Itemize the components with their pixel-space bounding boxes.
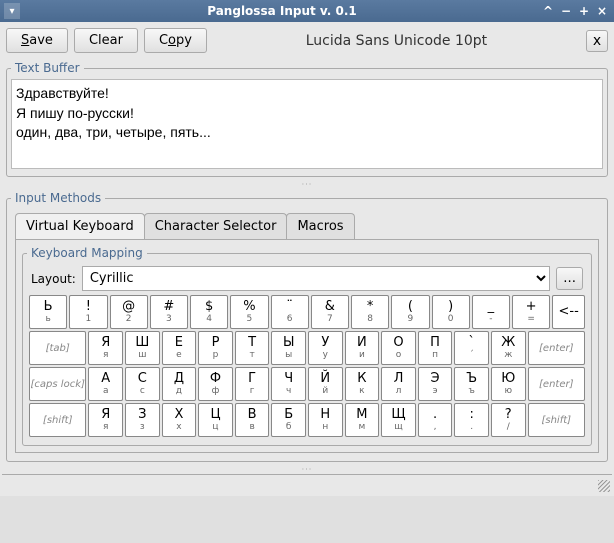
- key[interactable]: Гг: [235, 367, 270, 401]
- keyboard-mapping-group: Keyboard Mapping Layout: Cyrillic ... Ьь…: [22, 246, 592, 446]
- save-button[interactable]: Save: [6, 28, 68, 53]
- key[interactable]: @2: [110, 295, 148, 329]
- key[interactable]: Кк: [345, 367, 380, 401]
- pane-divider[interactable]: ···: [2, 181, 612, 187]
- key[interactable]: <--: [552, 295, 585, 329]
- maximize-button[interactable]: +: [576, 3, 592, 19]
- layout-select[interactable]: Cyrillic: [82, 266, 550, 291]
- shift-key[interactable]: [shift]: [29, 403, 86, 437]
- key[interactable]: %5: [230, 295, 268, 329]
- key[interactable]: Щщ: [381, 403, 416, 437]
- key[interactable]: Хх: [162, 403, 197, 437]
- layout-row: Layout: Cyrillic ...: [27, 264, 587, 293]
- capslock-key[interactable]: [caps lock]: [29, 367, 86, 401]
- close-window-button[interactable]: ×: [594, 3, 610, 19]
- input-methods-legend: Input Methods: [11, 191, 105, 205]
- toolbar: Save Clear Copy Lucida Sans Unicode 10pt…: [2, 24, 612, 57]
- shift-key[interactable]: [shift]: [528, 403, 585, 437]
- key[interactable]: Дд: [162, 367, 197, 401]
- input-methods-group: Input Methods Virtual Keyboard Character…: [6, 191, 608, 462]
- key[interactable]: Чч: [271, 367, 306, 401]
- tab-character-selector[interactable]: Character Selector: [144, 213, 288, 239]
- minimize-button[interactable]: −: [558, 3, 574, 19]
- key[interactable]: `´: [454, 331, 489, 365]
- tab-macros[interactable]: Macros: [286, 213, 354, 239]
- key[interactable]: !1: [69, 295, 107, 329]
- key[interactable]: *8: [351, 295, 389, 329]
- key[interactable]: Зз: [125, 403, 160, 437]
- keyboard-mapping-legend: Keyboard Mapping: [27, 246, 147, 260]
- key[interactable]: Ьь: [29, 295, 67, 329]
- key[interactable]: :.: [454, 403, 489, 437]
- key[interactable]: Жж: [491, 331, 526, 365]
- key[interactable]: Мм: [345, 403, 380, 437]
- key[interactable]: )0: [432, 295, 470, 329]
- key[interactable]: Пп: [418, 331, 453, 365]
- window-title: Panglossa Input v. 0.1: [26, 4, 538, 18]
- key[interactable]: Ъъ: [454, 367, 489, 401]
- key[interactable]: ¨6: [271, 295, 309, 329]
- key[interactable]: Оо: [381, 331, 416, 365]
- key[interactable]: Сс: [125, 367, 160, 401]
- key[interactable]: Бб: [271, 403, 306, 437]
- roll-up-button[interactable]: ^: [540, 3, 556, 19]
- key[interactable]: Фф: [198, 367, 233, 401]
- key[interactable]: Лл: [381, 367, 416, 401]
- key[interactable]: +=: [512, 295, 550, 329]
- enter-key[interactable]: [enter]: [528, 331, 585, 365]
- status-bar: [2, 474, 612, 494]
- key[interactable]: &7: [311, 295, 349, 329]
- key[interactable]: Йй: [308, 367, 343, 401]
- tabs: Virtual Keyboard Character Selector Macr…: [15, 213, 599, 239]
- text-buffer-input[interactable]: [11, 79, 603, 169]
- text-buffer-group: Text Buffer: [6, 61, 608, 177]
- key[interactable]: Нн: [308, 403, 343, 437]
- font-label: Lucida Sans Unicode 10pt: [213, 33, 580, 49]
- layout-more-button[interactable]: ...: [556, 267, 583, 290]
- window-body: Save Clear Copy Lucida Sans Unicode 10pt…: [0, 22, 614, 496]
- layout-label: Layout:: [31, 272, 76, 286]
- app-menu-icon[interactable]: ▾: [4, 3, 20, 19]
- key[interactable]: $4: [190, 295, 228, 329]
- key[interactable]: (9: [391, 295, 429, 329]
- key[interactable]: Рр: [198, 331, 233, 365]
- enter-key[interactable]: [enter]: [528, 367, 585, 401]
- key[interactable]: Тт: [235, 331, 270, 365]
- key[interactable]: Вв: [235, 403, 270, 437]
- key[interactable]: _-: [472, 295, 510, 329]
- tab-virtual-keyboard[interactable]: Virtual Keyboard: [15, 213, 145, 239]
- copy-button[interactable]: Copy: [144, 28, 207, 53]
- virtual-keyboard: Ьь!1@2#3$4%5¨6&7*8(9)0_-+=<-- [tab]ЯяШшЕ…: [27, 293, 587, 441]
- key[interactable]: Яя: [88, 331, 123, 365]
- key[interactable]: Аа: [88, 367, 123, 401]
- key[interactable]: Юю: [491, 367, 526, 401]
- text-buffer-legend: Text Buffer: [11, 61, 84, 75]
- tab-body: Keyboard Mapping Layout: Cyrillic ... Ьь…: [15, 239, 599, 453]
- key[interactable]: Шш: [125, 331, 160, 365]
- pane-divider-2[interactable]: ···: [2, 466, 612, 472]
- key[interactable]: Уу: [308, 331, 343, 365]
- key[interactable]: .,: [418, 403, 453, 437]
- clear-x-button[interactable]: x: [586, 30, 608, 52]
- clear-button[interactable]: Clear: [74, 28, 138, 53]
- key[interactable]: Ее: [162, 331, 197, 365]
- key[interactable]: Цц: [198, 403, 233, 437]
- key[interactable]: ?/: [491, 403, 526, 437]
- key[interactable]: Ии: [345, 331, 380, 365]
- key[interactable]: #3: [150, 295, 188, 329]
- key[interactable]: Ыы: [271, 331, 306, 365]
- tab-key[interactable]: [tab]: [29, 331, 86, 365]
- key[interactable]: Ээ: [418, 367, 453, 401]
- titlebar: ▾ Panglossa Input v. 0.1 ^ − + ×: [0, 0, 614, 22]
- key[interactable]: Яя: [88, 403, 123, 437]
